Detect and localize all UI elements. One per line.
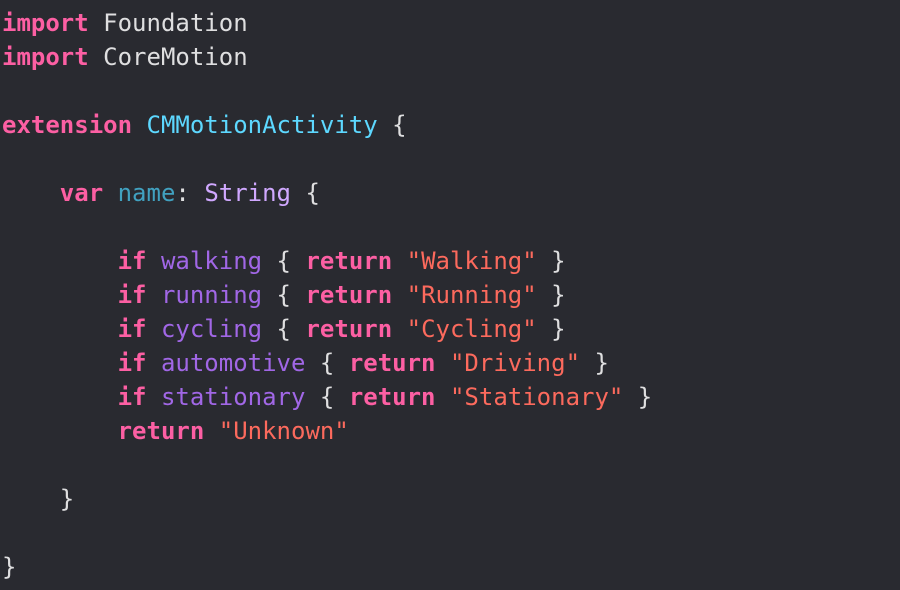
code-token-string: "Walking" (406, 247, 537, 275)
code-line[interactable]: } (2, 482, 652, 516)
code-token-property-ref: cycling (160, 315, 263, 343)
code-line[interactable]: if automotive { return "Driving" } (2, 346, 652, 380)
code-token-property-ref: automotive (160, 349, 306, 377)
code-token-keyword: if (117, 281, 147, 309)
code-token-keyword: return (305, 247, 393, 275)
code-token-string: "Driving" (449, 349, 581, 377)
code-line[interactable]: ​ (2, 210, 652, 244)
code-line[interactable]: ​ (2, 74, 652, 108)
code-token-plain: { (305, 383, 349, 411)
code-token-plain: : (175, 179, 205, 207)
code-token-keyword: return (348, 349, 436, 377)
code-line[interactable]: if walking { return "Walking" } (2, 244, 652, 278)
code-line[interactable]: ​ (2, 448, 652, 482)
code-line[interactable]: ​ (2, 516, 652, 550)
code-token-keyword: return (305, 315, 393, 343)
code-token-plain: { (291, 179, 320, 207)
code-token-plain: } (536, 281, 566, 309)
code-token-plain: { (262, 315, 306, 343)
code-token-plain: { (377, 111, 407, 139)
code-token-plain: } (536, 247, 566, 275)
code-token-keyword: return (117, 417, 205, 445)
code-token-plain: Foundation (88, 9, 248, 37)
code-token-plain: } (623, 383, 653, 411)
code-token-plain: { (262, 247, 306, 275)
code-line[interactable]: } (2, 550, 652, 584)
code-token-keyword: if (117, 349, 147, 377)
code-line[interactable]: if cycling { return "Cycling" } (2, 312, 652, 346)
source-code[interactable]: import Foundationimport CoreMotion​exten… (2, 6, 652, 584)
code-token-keyword: return (348, 383, 436, 411)
code-token-plain: } (2, 553, 17, 581)
code-token-keyword: var (59, 179, 104, 207)
code-token-plain: { (305, 349, 349, 377)
code-line[interactable]: if stationary { return "Stationary" } (2, 380, 653, 414)
code-token-keyword: extension (2, 111, 133, 139)
code-line[interactable]: extension CMMotionActivity { (2, 108, 652, 142)
code-editor[interactable]: import Foundationimport CoreMotion​exten… (0, 0, 900, 590)
code-token-property-ref: walking (160, 247, 263, 275)
code-token-keyword: import (2, 43, 89, 71)
code-token-plain: } (536, 315, 566, 343)
code-token-property-ref: running (160, 281, 263, 309)
code-token-keyword: if (117, 383, 147, 411)
code-token-property-decl: name (117, 179, 176, 207)
code-token-plain: { (262, 281, 306, 309)
code-token-property-ref: stationary (160, 383, 306, 411)
code-line[interactable]: import CoreMotion (2, 40, 652, 74)
code-token-type-ref: String (204, 179, 292, 207)
code-token-plain: } (580, 349, 609, 377)
code-line[interactable]: ​ (2, 142, 652, 176)
code-token-plain: CoreMotion (88, 43, 248, 71)
code-token-keyword: import (2, 9, 89, 37)
code-token-keyword: return (305, 281, 393, 309)
code-token-type-decl: CMMotionActivity (146, 111, 378, 139)
code-line[interactable]: return "Unknown" (2, 414, 652, 448)
code-token-string: "Running" (406, 281, 537, 309)
code-token-keyword: if (117, 247, 147, 275)
code-line[interactable]: import Foundation (2, 6, 652, 40)
code-token-plain: } (2, 485, 75, 513)
code-token-keyword: if (117, 315, 147, 343)
code-token-string: "Cycling" (406, 315, 537, 343)
code-line[interactable]: if running { return "Running" } (2, 278, 652, 312)
code-line[interactable]: var name: String { (2, 176, 652, 210)
code-token-string: "Unknown" (218, 417, 349, 445)
code-token-string: "Stationary" (449, 383, 624, 411)
